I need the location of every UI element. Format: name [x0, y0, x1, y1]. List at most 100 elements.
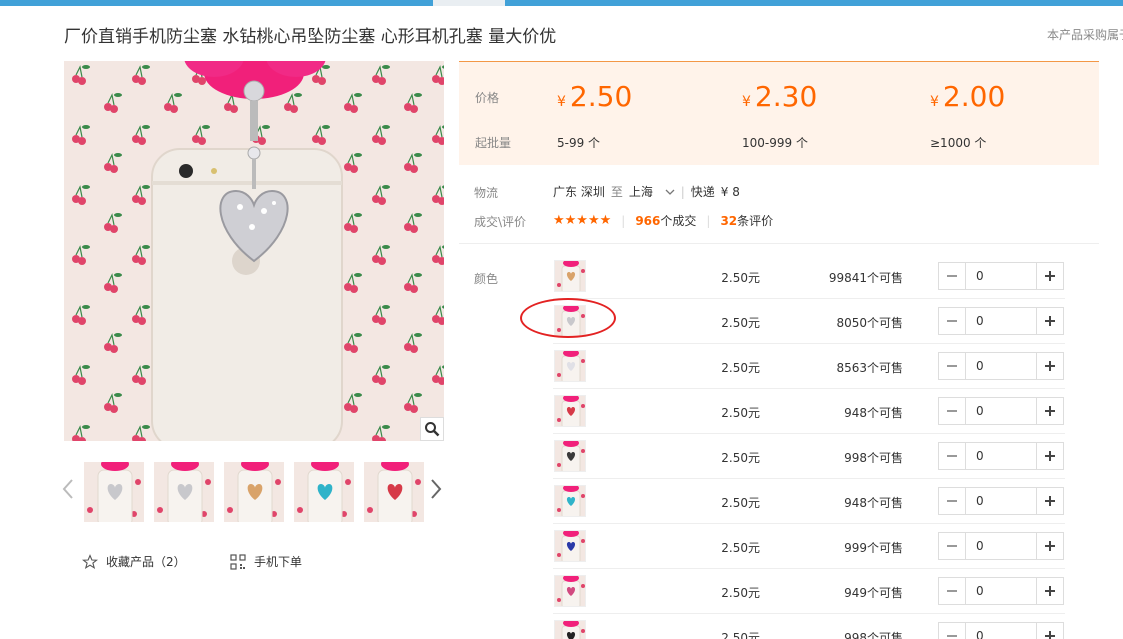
product-title: 厂价直销手机防尘塞 水钻桃心吊坠防尘塞 心形耳机孔塞 量大价优 — [64, 27, 557, 47]
increase-button[interactable] — [1036, 623, 1063, 639]
price-box: 价格 起批量 ¥2.50 ¥2.30 ¥2.00 5-99 个 100-999 … — [459, 61, 1099, 165]
top-nav-bar — [0, 0, 1123, 6]
decrease-button[interactable] — [939, 308, 966, 334]
rating-stars: ★★★★★ — [553, 213, 612, 228]
sku-row: 2.50元 998个可售 — [553, 614, 1065, 639]
decrease-button[interactable] — [939, 578, 966, 604]
price-label: 价格 — [475, 91, 500, 105]
decrease-button[interactable] — [939, 353, 966, 379]
sku-thumbnail[interactable] — [554, 350, 586, 382]
increase-button[interactable] — [1036, 353, 1063, 379]
minus-icon — [947, 500, 957, 502]
product-photo — [64, 61, 444, 441]
sku-thumbnail[interactable] — [554, 260, 586, 292]
sku-row: 2.50元 998个可售 — [553, 434, 1065, 479]
sku-thumbnail[interactable] — [554, 620, 586, 639]
decrease-button[interactable] — [939, 398, 966, 424]
favorite-label: 收藏产品（2） — [106, 555, 186, 569]
plus-icon — [1045, 271, 1055, 281]
sku-price: 2.50元 — [721, 316, 760, 330]
sku-row: 2.50元 8050个可售 — [553, 299, 1065, 344]
decrease-button[interactable] — [939, 623, 966, 639]
plus-icon — [1045, 586, 1055, 596]
main-product-image[interactable] — [64, 61, 444, 441]
thumbnail-2[interactable] — [154, 462, 214, 522]
quantity-input[interactable] — [966, 623, 1036, 639]
sku-row: 2.50元 8563个可售 — [553, 344, 1065, 389]
quantity-stepper — [938, 307, 1064, 335]
quantity-input[interactable] — [966, 488, 1036, 514]
deals-label: 成交\评价 — [474, 215, 527, 229]
sku-price: 2.50元 — [721, 541, 760, 555]
price-tier-2: ¥2.30 — [742, 80, 818, 113]
plus-icon — [1045, 631, 1055, 639]
decrease-button[interactable] — [939, 263, 966, 289]
minus-icon — [947, 275, 957, 277]
sku-stock: 99841个可售 — [828, 271, 903, 285]
quantity-input[interactable] — [966, 353, 1036, 379]
minus-icon — [947, 410, 957, 412]
plus-icon — [1045, 451, 1055, 461]
zoom-button[interactable] — [420, 417, 444, 441]
deal-count[interactable]: 966个成交 — [635, 212, 696, 229]
qty-range-2: 100-999 个 — [742, 136, 808, 150]
ship-fee: ¥ 8 — [720, 184, 740, 199]
price-tier-1: ¥2.50 — [557, 80, 633, 113]
increase-button[interactable] — [1036, 443, 1063, 469]
thumbnail-4[interactable] — [294, 462, 354, 522]
increase-button[interactable] — [1036, 488, 1063, 514]
sku-row: 2.50元 948个可售 — [553, 479, 1065, 524]
chevron-left-icon[interactable] — [62, 478, 74, 506]
sku-price: 2.50元 — [721, 271, 760, 285]
quantity-stepper — [938, 532, 1064, 560]
thumbnail-1[interactable] — [84, 462, 144, 522]
sku-thumbnail[interactable] — [554, 485, 586, 517]
thumbnail-5[interactable] — [364, 462, 424, 522]
increase-button[interactable] — [1036, 578, 1063, 604]
increase-button[interactable] — [1036, 533, 1063, 559]
sku-price: 2.50元 — [721, 406, 760, 420]
color-label: 颜色 — [474, 272, 499, 286]
increase-button[interactable] — [1036, 263, 1063, 289]
ship-separator: | — [680, 184, 685, 199]
side-note: 本产品采购属于 — [1047, 28, 1123, 42]
quantity-input[interactable] — [966, 308, 1036, 334]
decrease-button[interactable] — [939, 533, 966, 559]
favorite-button[interactable]: 收藏产品（2） — [82, 553, 186, 570]
quantity-input[interactable] — [966, 533, 1036, 559]
quantity-input[interactable] — [966, 398, 1036, 424]
qr-code-icon — [230, 553, 246, 570]
quantity-stepper — [938, 487, 1064, 515]
quantity-stepper — [938, 577, 1064, 605]
minus-icon — [947, 590, 957, 592]
sku-thumbnail[interactable] — [554, 530, 586, 562]
minus-icon — [947, 545, 957, 547]
sku-stock: 948个可售 — [844, 496, 903, 510]
ship-from: 广东 深圳 — [553, 185, 605, 199]
sku-thumbnail[interactable] — [554, 395, 586, 427]
increase-button[interactable] — [1036, 308, 1063, 334]
sku-thumbnail[interactable] — [554, 575, 586, 607]
mobile-order-button[interactable]: 手机下单 — [230, 553, 302, 570]
price-tier-3: ¥2.00 — [930, 80, 1006, 113]
sku-thumbnail[interactable] — [554, 440, 586, 472]
sku-stock: 8050个可售 — [836, 316, 903, 330]
decrease-button[interactable] — [939, 443, 966, 469]
thumbnail-3[interactable] — [224, 462, 284, 522]
quantity-input[interactable] — [966, 263, 1036, 289]
top-nav-active-tab[interactable] — [433, 0, 505, 6]
quantity-input[interactable] — [966, 443, 1036, 469]
decrease-button[interactable] — [939, 488, 966, 514]
shipping-label: 物流 — [474, 186, 499, 200]
thumbnail-strip — [60, 458, 450, 528]
sku-stock: 998个可售 — [844, 631, 903, 639]
increase-button[interactable] — [1036, 398, 1063, 424]
ship-to-select[interactable]: 上海 — [629, 183, 675, 200]
minus-icon — [947, 635, 957, 637]
quantity-stepper — [938, 622, 1064, 639]
quantity-input[interactable] — [966, 578, 1036, 604]
chevron-right-icon[interactable] — [430, 478, 442, 506]
review-count[interactable]: 32条评价 — [720, 212, 773, 229]
minus-icon — [947, 365, 957, 367]
mobile-order-label: 手机下单 — [254, 555, 303, 569]
